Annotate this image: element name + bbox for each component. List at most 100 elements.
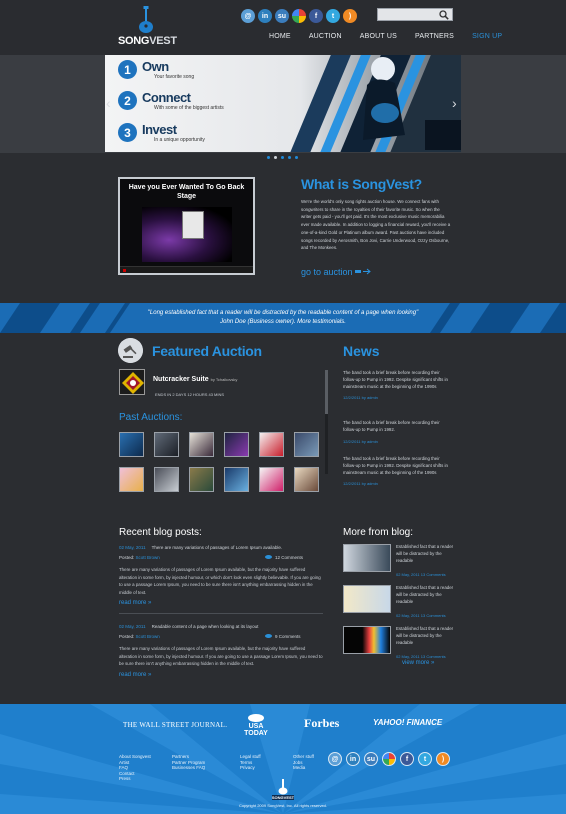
read-more-link[interactable]: read more » bbox=[119, 672, 324, 678]
past-auction-thumb[interactable] bbox=[154, 432, 179, 457]
rss-icon[interactable]: ) bbox=[343, 9, 357, 23]
gavel-icon bbox=[118, 338, 143, 363]
songvest-logo[interactable]: SONGVEST bbox=[118, 6, 178, 47]
post-author-link[interactable]: Scott Brown bbox=[136, 555, 160, 560]
search-box bbox=[377, 8, 453, 25]
twitter-icon[interactable]: t bbox=[418, 752, 432, 766]
search-icon[interactable] bbox=[439, 10, 449, 20]
rss-icon[interactable]: ) bbox=[436, 752, 450, 766]
video-player[interactable]: Have you Ever Wanted To Go Back Stage bbox=[118, 177, 255, 275]
post-comments-link[interactable]: 9 Comments bbox=[265, 634, 301, 639]
news-date-link[interactable]: 12/2/2011 by admin bbox=[343, 481, 453, 486]
more-blog-image[interactable] bbox=[343, 626, 391, 654]
past-auction-thumb[interactable] bbox=[294, 432, 319, 457]
footer-link[interactable]: About Songvest bbox=[119, 754, 154, 760]
post-author-link[interactable]: Scott Brown bbox=[136, 634, 160, 639]
featured-scrollbar[interactable] bbox=[325, 370, 328, 474]
linkedin-icon[interactable]: in bbox=[258, 9, 272, 23]
post-comments-link[interactable]: 12 Comments bbox=[265, 555, 303, 560]
past-auctions-title: Past Auctions: bbox=[119, 412, 183, 423]
arrow-right-icon bbox=[355, 268, 371, 275]
past-auction-thumb[interactable] bbox=[119, 432, 144, 457]
slider-prev-arrow-icon[interactable]: ‹ bbox=[106, 95, 111, 111]
past-auction-thumb[interactable] bbox=[224, 432, 249, 457]
read-more-link[interactable]: read more » bbox=[119, 600, 324, 606]
slider-dot[interactable] bbox=[281, 156, 284, 159]
blog-post: 02 May, 2011 There are many variations of… bbox=[119, 545, 324, 606]
linkedin-icon[interactable]: in bbox=[346, 752, 360, 766]
google-icon[interactable] bbox=[382, 752, 396, 766]
footer-link[interactable]: Businesses FAQ bbox=[172, 765, 222, 771]
stumbleupon-icon[interactable]: su bbox=[364, 752, 378, 766]
view-more-label: view more bbox=[402, 660, 430, 666]
whatis-title: What is SongVest? bbox=[301, 176, 422, 192]
past-auction-thumb[interactable] bbox=[224, 467, 249, 492]
news-item: The band took a brief break before recor… bbox=[343, 456, 453, 486]
nav-auction[interactable]: AUCTION bbox=[300, 33, 351, 40]
slider-dot[interactable] bbox=[267, 156, 270, 159]
footer-link[interactable]: Privacy bbox=[240, 765, 275, 771]
email-icon[interactable]: @ bbox=[241, 9, 255, 23]
slider-next-arrow-icon[interactable]: › bbox=[452, 95, 457, 111]
post-title-link[interactable]: Readable content of a page when looking … bbox=[152, 624, 259, 629]
stumbleupon-icon[interactable]: su bbox=[275, 9, 289, 23]
twitter-icon[interactable]: t bbox=[326, 9, 340, 23]
hero-slide: 1 Own Your favorite song 2 Connect With … bbox=[105, 55, 461, 152]
news-text: The band took a brief break before recor… bbox=[343, 456, 448, 475]
press-logo-wsj: THE WALL STREET JOURNAL. bbox=[123, 721, 228, 729]
go-to-auction-link[interactable]: go to auction bbox=[301, 267, 371, 277]
featured-item-title[interactable]: Nutcracker Suite by Tchaikovsky bbox=[153, 376, 237, 383]
footer-link[interactable]: Media bbox=[293, 765, 328, 771]
scrollbar-thumb[interactable] bbox=[325, 370, 328, 414]
news-text: The band took a brief break before recor… bbox=[343, 420, 440, 432]
more-blog-image[interactable] bbox=[343, 544, 391, 572]
slider-dot-active[interactable] bbox=[274, 156, 277, 159]
video-controls[interactable] bbox=[120, 266, 253, 273]
main-nav: HOME AUCTION ABOUT US PARTNERS SIGN UP bbox=[260, 33, 511, 40]
footer-links: About Songvest Artist FAQ Contact Press … bbox=[119, 754, 328, 782]
past-auction-thumb[interactable] bbox=[119, 467, 144, 492]
nav-sign-up[interactable]: SIGN UP bbox=[463, 33, 511, 40]
more-blog-item: Established fact that a reader will be d… bbox=[343, 585, 454, 618]
posted-label: Posted: bbox=[119, 634, 135, 639]
nutcracker-cover-image[interactable] bbox=[119, 369, 145, 395]
post-date: 02 May, 2011 bbox=[119, 624, 146, 629]
news-date-link[interactable]: 12/2/2011 by admin bbox=[343, 395, 453, 400]
post-title-link[interactable]: There are many variations of passages of… bbox=[152, 545, 283, 550]
past-auction-thumb[interactable] bbox=[189, 467, 214, 492]
more-blog-date[interactable]: 02 May, 2011 13 Comments bbox=[396, 613, 446, 618]
more-blog-date[interactable]: 02 May, 2011 13 Comments bbox=[396, 572, 446, 577]
search-input[interactable] bbox=[378, 14, 438, 25]
footer-col-other: Other stuff Jobs Media bbox=[293, 754, 328, 782]
email-icon[interactable]: @ bbox=[328, 752, 342, 766]
more-blog-image[interactable] bbox=[343, 585, 391, 613]
slider-dot[interactable] bbox=[295, 156, 298, 159]
step-title: Connect bbox=[142, 90, 191, 105]
read-more-arrow-icon: » bbox=[148, 671, 152, 678]
past-auction-thumb[interactable] bbox=[259, 467, 284, 492]
more-blog-date[interactable]: 02 May, 2011 13 Comments bbox=[396, 654, 446, 659]
footer-col-about: About Songvest Artist FAQ Contact Press bbox=[119, 754, 154, 782]
video-title: Have you Ever Wanted To Go Back Stage bbox=[128, 184, 245, 200]
past-auction-thumb[interactable] bbox=[259, 432, 284, 457]
step-subtitle: With some of the biggest artists bbox=[154, 105, 224, 111]
more-blog-text: Established fact that a reader will be d… bbox=[396, 585, 454, 604]
slider-dot[interactable] bbox=[288, 156, 291, 159]
nav-about-us[interactable]: ABOUT US bbox=[351, 33, 406, 40]
step-number: 1 bbox=[118, 60, 137, 79]
nav-partners[interactable]: PARTNERS bbox=[406, 33, 463, 40]
testimonial-author-link[interactable]: John Doe (Business owner). More testimon… bbox=[0, 319, 566, 325]
past-auction-thumb[interactable] bbox=[189, 432, 214, 457]
nav-home[interactable]: HOME bbox=[260, 33, 300, 40]
news-date-link[interactable]: 12/2/2011 by admin bbox=[343, 439, 453, 444]
news-text: The band took a brief break before recor… bbox=[343, 370, 448, 389]
facebook-icon[interactable]: f bbox=[309, 9, 323, 23]
past-auction-thumb[interactable] bbox=[294, 467, 319, 492]
footer-link[interactable]: Press bbox=[119, 776, 154, 782]
google-icon[interactable] bbox=[292, 9, 306, 23]
view-more-link[interactable]: view more » bbox=[402, 660, 434, 666]
facebook-icon[interactable]: f bbox=[400, 752, 414, 766]
play-icon[interactable] bbox=[123, 269, 126, 272]
footer-songvest-logo[interactable]: SONGVEST bbox=[270, 779, 296, 801]
past-auction-thumb[interactable] bbox=[154, 467, 179, 492]
